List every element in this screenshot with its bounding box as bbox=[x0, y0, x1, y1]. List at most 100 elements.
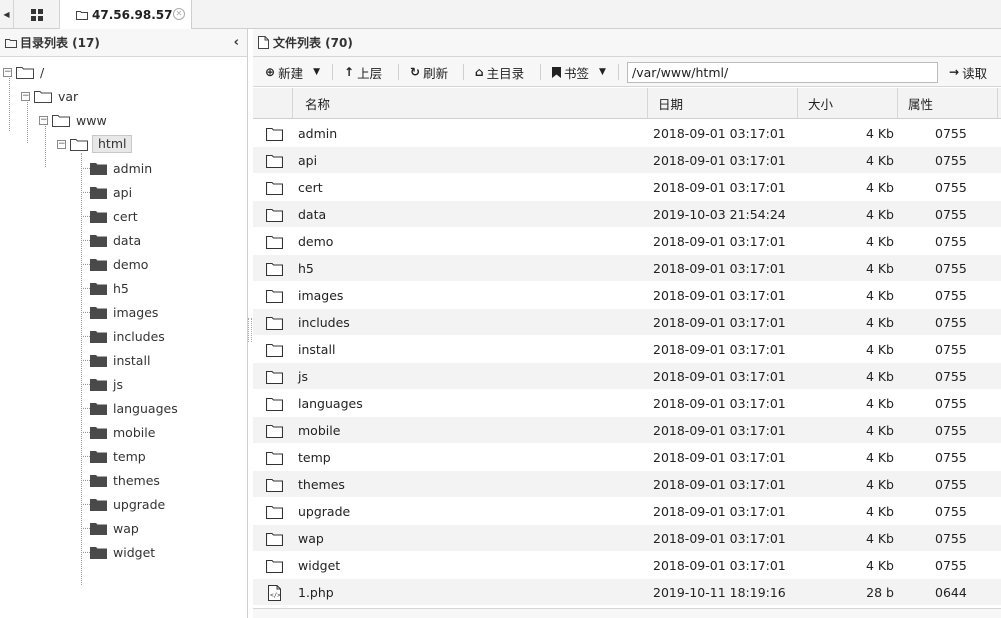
file-permission[interactable]: 0755 bbox=[935, 336, 967, 363]
file-permission[interactable]: 0755 bbox=[935, 255, 967, 282]
file-name[interactable]: mobile bbox=[298, 417, 340, 444]
file-name[interactable]: cert bbox=[298, 174, 323, 201]
new-button[interactable]: ⊕ 新建 ▼ bbox=[265, 62, 320, 82]
file-permission[interactable]: 0755 bbox=[935, 444, 967, 471]
tree-node-admin[interactable]: admin bbox=[90, 159, 152, 177]
home-button[interactable]: ⌂ 主目录 bbox=[475, 62, 524, 82]
file-permission[interactable]: 0755 bbox=[935, 309, 967, 336]
column-header-name[interactable]: 名称 bbox=[293, 88, 648, 119]
file-name[interactable]: temp bbox=[298, 444, 331, 471]
file-permission[interactable]: 0755 bbox=[935, 363, 967, 390]
tree-node-upgrade[interactable]: upgrade bbox=[90, 495, 165, 513]
path-input[interactable] bbox=[627, 62, 938, 83]
column-header-permission[interactable]: 属性 bbox=[898, 88, 998, 119]
tree-node-images[interactable]: images bbox=[90, 303, 158, 321]
refresh-button[interactable]: ↻ 刷新 bbox=[410, 62, 448, 82]
tree-node-wap[interactable]: wap bbox=[90, 519, 139, 537]
file-permission[interactable]: 0755 bbox=[935, 552, 967, 579]
file-permission[interactable]: 0755 bbox=[935, 282, 967, 309]
caret-down-icon: ▼ bbox=[599, 67, 606, 77]
table-row[interactable]: upgrade 2018-09-01 03:17:01 4 Kb 0755 bbox=[253, 498, 1001, 525]
tree-node-cert[interactable]: cert bbox=[90, 207, 138, 225]
tree-node-js[interactable]: js bbox=[90, 375, 123, 393]
tree-node-languages[interactable]: languages bbox=[90, 399, 178, 417]
file-name[interactable]: api bbox=[298, 147, 317, 174]
column-header-size[interactable]: 大小 bbox=[798, 88, 898, 119]
tree-node-install[interactable]: install bbox=[90, 351, 150, 369]
file-permission[interactable]: 0755 bbox=[935, 120, 967, 147]
file-permission[interactable]: 0644 bbox=[935, 579, 967, 606]
table-row[interactable]: mobile 2018-09-01 03:17:01 4 Kb 0755 bbox=[253, 417, 1001, 444]
tree-node-widget[interactable]: widget bbox=[90, 543, 155, 561]
table-row[interactable]: data 2019-10-03 21:54:24 4 Kb 0755 bbox=[253, 201, 1001, 228]
tree-node-api[interactable]: api bbox=[90, 183, 132, 201]
collapse-left-icon[interactable]: ‹ bbox=[234, 35, 239, 50]
table-row[interactable]: install 2018-09-01 03:17:01 4 Kb 0755 bbox=[253, 336, 1001, 363]
file-name[interactable]: install bbox=[298, 336, 335, 363]
tree-node-themes[interactable]: themes bbox=[90, 471, 160, 489]
tree-node-mobile[interactable]: mobile bbox=[90, 423, 155, 441]
file-name[interactable]: demo bbox=[298, 228, 333, 255]
file-name[interactable]: 1.php bbox=[298, 579, 334, 606]
file-name[interactable]: languages bbox=[298, 390, 363, 417]
collapse-toggle-icon[interactable]: − bbox=[39, 115, 48, 125]
file-name[interactable]: h5 bbox=[298, 255, 314, 282]
scroll-left-button[interactable]: ◀ bbox=[0, 0, 14, 29]
table-row[interactable]: h5 2018-09-01 03:17:01 4 Kb 0755 bbox=[253, 255, 1001, 282]
table-row[interactable]: cert 2018-09-01 03:17:01 4 Kb 0755 bbox=[253, 174, 1001, 201]
table-row[interactable]: wap 2018-09-01 03:17:01 4 Kb 0755 bbox=[253, 525, 1001, 552]
file-permission[interactable]: 0755 bbox=[935, 174, 967, 201]
column-header-date[interactable]: 日期 bbox=[648, 88, 798, 119]
table-row[interactable]: images 2018-09-01 03:17:01 4 Kb 0755 bbox=[253, 282, 1001, 309]
file-name[interactable]: themes bbox=[298, 471, 345, 498]
file-permission[interactable]: 0755 bbox=[935, 471, 967, 498]
file-permission[interactable]: 0755 bbox=[935, 201, 967, 228]
file-name[interactable]: admin bbox=[298, 120, 337, 147]
table-row[interactable]: includes 2018-09-01 03:17:01 4 Kb 0755 bbox=[253, 309, 1001, 336]
apps-grid-button[interactable] bbox=[14, 0, 60, 29]
file-permission[interactable]: 0755 bbox=[935, 498, 967, 525]
tree-node-demo[interactable]: demo bbox=[90, 255, 148, 273]
tree-node-root[interactable]: − / bbox=[3, 63, 44, 81]
up-button[interactable]: ↑ 上层 bbox=[344, 62, 382, 82]
table-row[interactable]: </> 1.php 2019-10-11 18:19:16 28 b 0644 bbox=[253, 579, 1001, 606]
table-row[interactable]: api 2018-09-01 03:17:01 4 Kb 0755 bbox=[253, 147, 1001, 174]
tree-node-var[interactable]: − var bbox=[21, 87, 78, 105]
file-permission[interactable]: 0755 bbox=[935, 525, 967, 552]
svg-text:</>: </> bbox=[270, 592, 281, 599]
file-name[interactable]: wap bbox=[298, 525, 324, 552]
file-name[interactable]: images bbox=[298, 282, 343, 309]
tree-node-html[interactable]: − html bbox=[57, 135, 133, 153]
table-row[interactable]: js 2018-09-01 03:17:01 4 Kb 0755 bbox=[253, 363, 1001, 390]
bookmark-button[interactable]: 书签 ▼ bbox=[552, 62, 606, 82]
table-row[interactable]: languages 2018-09-01 03:17:01 4 Kb 0755 bbox=[253, 390, 1001, 417]
file-name[interactable]: data bbox=[298, 201, 326, 228]
table-row[interactable]: demo 2018-09-01 03:17:01 4 Kb 0755 bbox=[253, 228, 1001, 255]
read-button[interactable]: → 读取 bbox=[949, 62, 987, 82]
tree-node-www[interactable]: − www bbox=[39, 111, 107, 129]
collapse-toggle-icon[interactable]: − bbox=[57, 139, 66, 149]
tree-node-data[interactable]: data bbox=[90, 231, 141, 249]
collapse-toggle-icon[interactable]: − bbox=[21, 91, 30, 101]
table-row[interactable]: admin 2018-09-01 03:17:01 4 Kb 0755 bbox=[253, 120, 1001, 147]
file-size: 4 Kb bbox=[865, 504, 894, 519]
file-name[interactable]: includes bbox=[298, 309, 350, 336]
table-row[interactable]: temp 2018-09-01 03:17:01 4 Kb 0755 bbox=[253, 444, 1001, 471]
tab-host[interactable]: 47.56.98.57 ✕ bbox=[60, 0, 192, 29]
file-permission[interactable]: 0755 bbox=[935, 147, 967, 174]
panel-splitter[interactable] bbox=[248, 318, 252, 342]
file-name[interactable]: js bbox=[298, 363, 308, 390]
table-row[interactable]: themes 2018-09-01 03:17:01 4 Kb 0755 bbox=[253, 471, 1001, 498]
tree-node-temp[interactable]: temp bbox=[90, 447, 146, 465]
file-permission[interactable]: 0755 bbox=[935, 390, 967, 417]
tree-node-includes[interactable]: includes bbox=[90, 327, 165, 345]
file-permission[interactable]: 0755 bbox=[935, 228, 967, 255]
close-icon[interactable]: ✕ bbox=[173, 8, 185, 20]
folder-filled-icon bbox=[90, 498, 107, 511]
file-permission[interactable]: 0755 bbox=[935, 417, 967, 444]
file-name[interactable]: widget bbox=[298, 552, 340, 579]
collapse-toggle-icon[interactable]: − bbox=[3, 67, 12, 77]
file-name[interactable]: upgrade bbox=[298, 498, 350, 525]
table-row[interactable]: widget 2018-09-01 03:17:01 4 Kb 0755 bbox=[253, 552, 1001, 579]
tree-node-h5[interactable]: h5 bbox=[90, 279, 129, 297]
